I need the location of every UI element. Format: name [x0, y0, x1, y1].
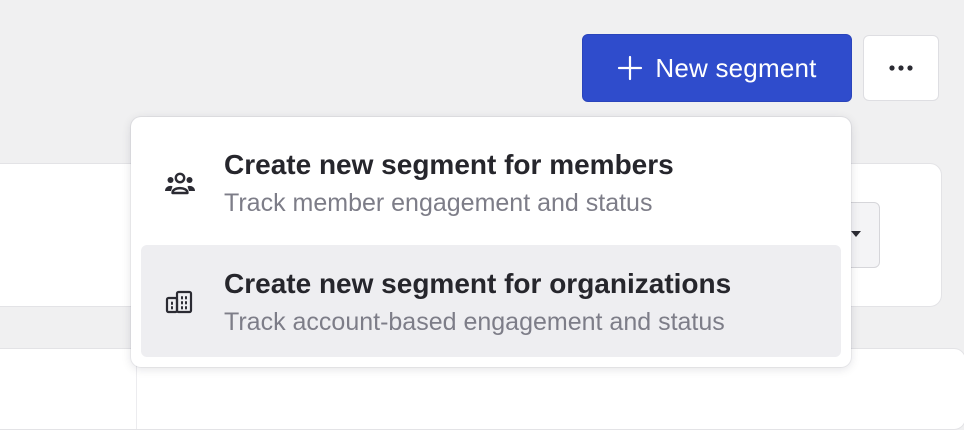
- new-segment-button[interactable]: New segment: [582, 34, 852, 102]
- more-options-button[interactable]: [863, 35, 939, 101]
- plus-icon: [618, 55, 643, 81]
- menu-item-subtitle: Track member engagement and status: [224, 189, 653, 217]
- menu-item-organizations[interactable]: Create new segment for organizations Tra…: [141, 245, 841, 357]
- more-horizontal-icon: [889, 65, 913, 71]
- new-segment-label: New segment: [655, 53, 817, 83]
- menu-item-title: Create new segment for members: [224, 149, 674, 180]
- menu-item-members[interactable]: Create new segment for members Track mem…: [141, 126, 841, 238]
- organizations-icon: [165, 290, 193, 314]
- members-icon: [165, 172, 195, 195]
- menu-item-title: Create new segment for organizations: [224, 268, 732, 299]
- new-segment-dropdown: Create new segment for members Track mem…: [131, 117, 851, 367]
- menu-item-subtitle: Track account-based engagement and statu…: [224, 308, 725, 336]
- caret-down-icon: [851, 231, 861, 237]
